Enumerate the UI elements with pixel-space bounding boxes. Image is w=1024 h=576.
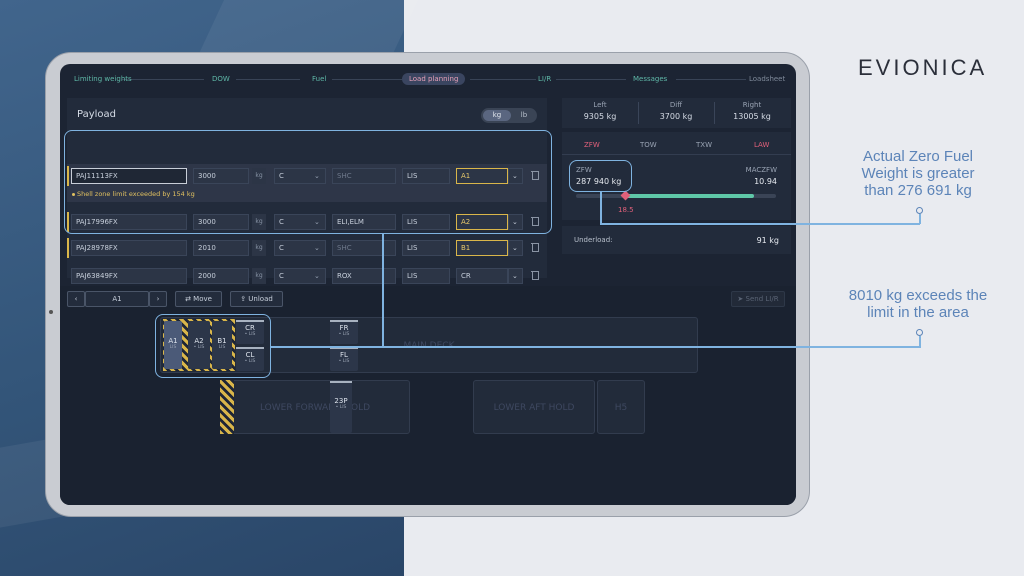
send-lir-button[interactable]: ➤ Send LI/R [731,291,785,307]
underload-panel: Underload: 91 kg [562,226,791,254]
step-limiting-weights[interactable]: Limiting weights [74,75,132,83]
leader-limit-end [916,329,923,336]
h5-label: H5 [614,403,628,413]
lower-aft-label: LOWER AFT HOLD [493,403,575,413]
leader-zfw-up [919,214,921,224]
position-fr[interactable]: FR • LIS [330,320,358,344]
step-loadsheet[interactable]: Loadsheet [749,75,785,83]
unit-toggle[interactable]: kg lb [481,108,537,123]
chevron-down-icon: ⌄ [314,272,320,280]
position-select[interactable]: CR [456,268,508,284]
step-dow[interactable]: DOW [212,75,230,83]
weight-unit: kg [252,240,266,256]
tab-zfw[interactable]: ZFW [584,141,600,149]
destination-field[interactable]: LIS [402,240,450,256]
shc-field[interactable]: SHC [332,240,396,256]
diff-label: Diff [669,101,683,109]
position-dropdown-button[interactable]: ⌄ [508,240,523,256]
right-value: 13005 kg [733,112,771,121]
cg-range [626,194,754,198]
destination-field[interactable]: LIS [402,268,450,284]
lower-forward-hold[interactable]: LOWER FORWARD HOLD [220,380,410,434]
tab-law[interactable]: LAW [754,141,769,149]
left-label: Left [593,101,607,109]
payload-title: Payload [77,109,116,120]
evionica-logo: EVIONICA [858,55,988,80]
weight-unit: kg [252,268,266,284]
callout-zfw: Actual Zero Fuel Weight is greater than … [861,148,975,199]
leader-limit-up [919,336,921,347]
trash-icon[interactable] [531,242,539,252]
step-load-planning[interactable]: Load planning [402,73,466,85]
balance-panel: Left 9305 kg Diff 3700 kg Right 13005 kg [562,98,791,128]
lower-forward-label: LOWER FORWARD HOLD [259,403,371,413]
leader-zfw-end [916,207,923,214]
diff-value: 3700 kg [659,112,693,121]
tab-txw[interactable]: TXW [696,141,712,149]
step-lir[interactable]: LI/R [538,75,551,83]
weight-field[interactable]: 2010 [193,240,249,256]
leader-rows-v [382,234,384,346]
hatch-area-lower [220,380,234,434]
warning-bar [67,238,69,258]
underload-value: 91 kg [756,236,779,245]
move-button[interactable]: ⇄ Move [175,291,222,307]
position-dropdown-button[interactable]: ⌄ [508,268,523,284]
step-navigation: Limiting weights DOW Fuel Load planning … [60,64,796,96]
underload-label: Underload: [574,236,613,244]
position-field[interactable]: A1 [85,291,149,307]
unit-lb-option[interactable]: lb [513,110,535,121]
cg-value: 18.5 [618,206,634,214]
left-value: 9305 kg [583,112,617,121]
callout-limit: 8010 kg exceeds the limit in the area [848,287,988,321]
leader-limit-h [271,346,921,348]
lower-aft-hold[interactable]: LOWER AFT HOLD [473,380,595,434]
prev-position-button[interactable]: ‹ [67,291,85,307]
maczfw-label: MACZFW [745,166,777,174]
position-23p[interactable]: 23P • LIS [330,381,352,433]
maczfw-value: 10.94 [754,177,777,186]
unit-kg-option[interactable]: kg [483,110,511,121]
unload-button[interactable]: ⇪ Unload [230,291,283,307]
trash-icon[interactable] [531,270,539,280]
next-position-button[interactable]: › [149,291,167,307]
shc-field[interactable]: ROX [332,268,396,284]
position-select[interactable]: B1 [456,240,508,256]
tab-tow[interactable]: TOW [640,141,657,149]
leader-zfw-v [600,192,602,224]
camera-dot [49,310,53,314]
highlight-zfw [569,160,632,192]
cg-marker [620,190,631,201]
cargo-row: PAJ28978FX 2010 kg C ⌄ SHC LIS B1 ⌄ [67,236,547,260]
right-label: Right [742,101,762,109]
weight-field[interactable]: 2000 [193,268,249,284]
uld-id-field[interactable]: PAJ28978FX [71,240,187,256]
position-fl[interactable]: FL • LIS [330,347,358,371]
step-fuel[interactable]: Fuel [312,75,326,83]
uld-id-field[interactable]: PAJ63849FX [71,268,187,284]
h5-hold[interactable]: H5 [597,380,645,434]
chevron-down-icon: ⌄ [314,244,320,252]
cargo-row: PAJ63849FX 2000 kg C ⌄ ROX LIS CR ⌄ [67,264,547,288]
step-messages[interactable]: Messages [633,75,667,83]
highlight-rows [64,130,552,234]
highlight-positions [155,314,271,378]
leader-zfw-h [600,223,920,225]
